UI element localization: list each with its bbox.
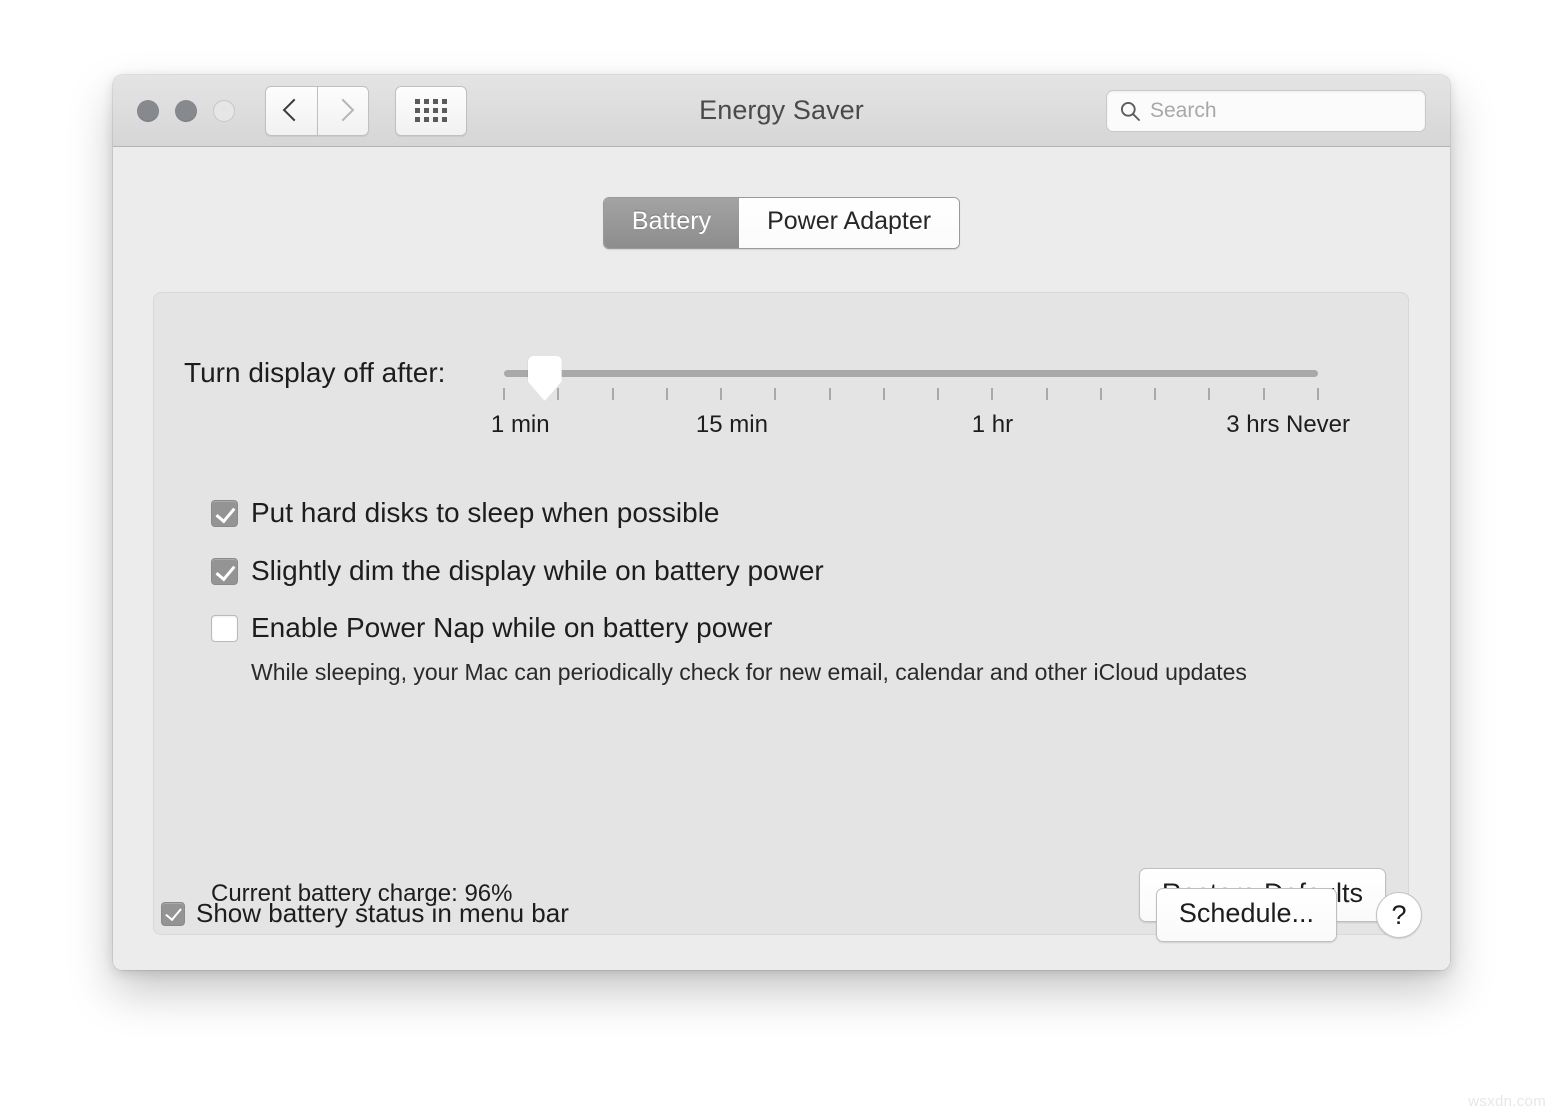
window-content: Battery Power Adapter Turn display off a… bbox=[113, 147, 1450, 970]
forward-button[interactable] bbox=[317, 85, 369, 136]
checkbox-hard-disks[interactable] bbox=[211, 500, 238, 527]
chevron-left-icon bbox=[284, 98, 299, 124]
minimize-button[interactable] bbox=[175, 99, 197, 122]
slider-tick bbox=[1154, 388, 1157, 400]
slider-tick bbox=[882, 388, 885, 400]
slider-tick bbox=[1208, 388, 1211, 400]
display-sleep-label: Turn display off after: bbox=[184, 357, 446, 388]
search-placeholder: Search bbox=[1150, 98, 1217, 122]
navigation-buttons bbox=[265, 85, 369, 136]
slider-tick bbox=[774, 388, 777, 400]
slider-tick bbox=[1262, 388, 1265, 400]
schedule-button[interactable]: Schedule... bbox=[1155, 888, 1337, 942]
slider-tick-label: 1 hr bbox=[971, 411, 1014, 438]
checkbox-power-nap[interactable] bbox=[211, 615, 238, 643]
slider-tick bbox=[665, 388, 668, 400]
checkbox-label-power-nap: Enable Power Nap while on battery power bbox=[251, 612, 773, 644]
window-titlebar: Energy Saver Search bbox=[113, 75, 1450, 147]
tab-power-adapter[interactable]: Power Adapter bbox=[739, 198, 960, 248]
window-footer: Show battery status in menu bar Schedule… bbox=[113, 888, 1450, 948]
slider-tick bbox=[503, 388, 505, 400]
checkbox-label-dim-display: Slightly dim the display while on batter… bbox=[251, 554, 824, 586]
slider-tick bbox=[557, 388, 560, 400]
segmented-control: Battery Power Adapter bbox=[602, 197, 961, 249]
slider-tick bbox=[1099, 388, 1102, 400]
slider-tick bbox=[611, 388, 614, 400]
checkbox-row-power-nap[interactable]: Enable Power Nap while on battery power bbox=[211, 608, 1378, 649]
back-button[interactable] bbox=[265, 85, 317, 136]
question-mark-icon: ? bbox=[1391, 899, 1407, 930]
slider-tick bbox=[1045, 388, 1048, 400]
energy-saver-window: Energy Saver Search Battery Power Adapte… bbox=[113, 75, 1450, 970]
power-nap-description: While sleeping, your Mac can periodicall… bbox=[251, 658, 1247, 685]
show-all-button[interactable] bbox=[395, 85, 467, 136]
checkbox-label-hard-disks: Put hard disks to sleep when possible bbox=[251, 497, 720, 528]
checkbox-row-dim-display[interactable]: Slightly dim the display while on batter… bbox=[211, 551, 1378, 592]
slider-tick bbox=[1317, 388, 1319, 400]
help-button[interactable]: ? bbox=[1376, 892, 1422, 938]
checkbox-menubar-status[interactable] bbox=[161, 901, 185, 926]
tab-bar: Battery Power Adapter bbox=[113, 197, 1450, 249]
chevron-right-icon bbox=[336, 98, 351, 124]
tab-battery[interactable]: Battery bbox=[603, 198, 740, 248]
checkbox-row-menubar-status[interactable]: Show battery status in menu bar bbox=[161, 898, 569, 929]
slider-tick bbox=[720, 388, 723, 400]
grid-dots-icon bbox=[415, 99, 447, 122]
display-sleep-row: Turn display off after: 1 min 15 min 1 hr 3… bbox=[184, 351, 1378, 461]
slider-tick bbox=[937, 388, 940, 400]
traffic-light-group bbox=[137, 99, 235, 122]
search-icon bbox=[1119, 100, 1141, 122]
slider-track[interactable] bbox=[504, 356, 1318, 401]
close-button[interactable] bbox=[137, 99, 159, 122]
slider-tick-label: 1 min bbox=[490, 411, 550, 438]
slider-tick-label: Never bbox=[1285, 411, 1351, 438]
checkbox-label-menubar-status: Show battery status in menu bar bbox=[196, 898, 569, 928]
slider-ticks bbox=[503, 388, 1319, 402]
checkbox-row-hard-disks[interactable]: Put hard disks to sleep when possible bbox=[211, 493, 1378, 534]
display-sleep-slider[interactable]: 1 min 15 min 1 hr 3 hrs Never bbox=[491, 351, 1350, 441]
checkbox-dim-display[interactable] bbox=[211, 557, 238, 585]
slider-tick bbox=[828, 388, 831, 400]
watermark: wsxdn.com bbox=[1468, 1093, 1546, 1110]
search-field[interactable]: Search bbox=[1106, 89, 1426, 132]
settings-panel: Turn display off after: 1 min 15 min 1 hr 3… bbox=[153, 292, 1409, 935]
slider-tick-label: 3 hrs bbox=[1226, 411, 1280, 438]
options-list: Put hard disks to sleep when possible Sl… bbox=[211, 493, 1378, 696]
slider-tick-label: 15 min bbox=[695, 411, 768, 438]
slider-tick bbox=[991, 388, 994, 400]
zoom-button[interactable] bbox=[213, 99, 235, 122]
slider-tick-labels: 1 min 15 min 1 hr 3 hrs Never bbox=[491, 411, 1350, 441]
